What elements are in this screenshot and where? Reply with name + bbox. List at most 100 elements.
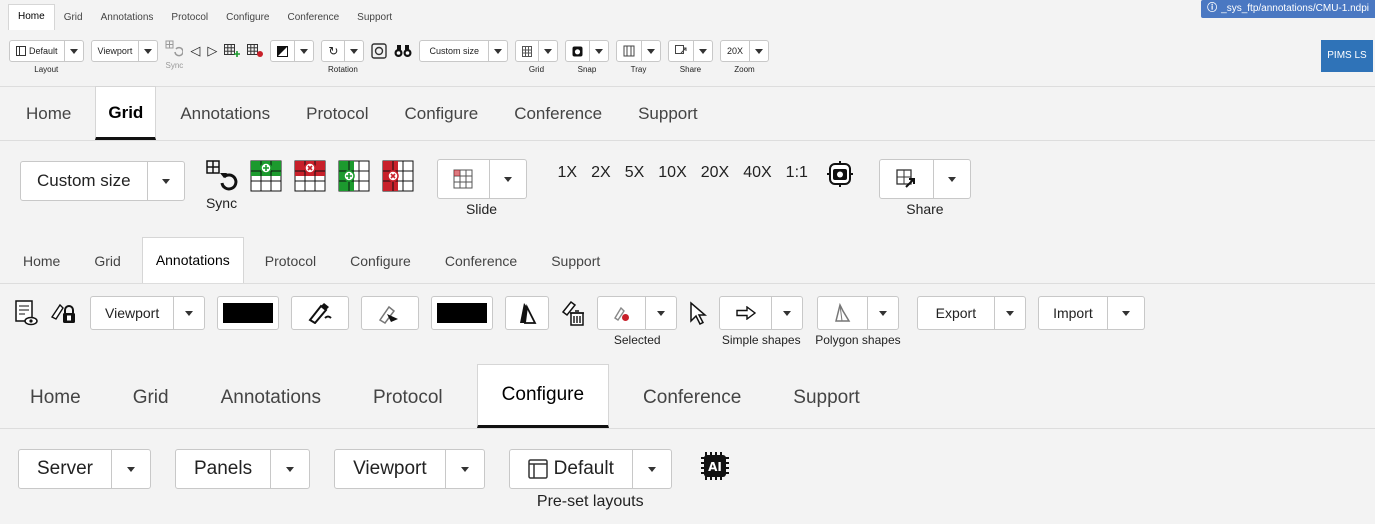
grid-add-row-icon[interactable] (249, 159, 283, 193)
fill-color-button[interactable] (431, 296, 494, 330)
rotation-dropdown[interactable]: ↻ (321, 40, 365, 62)
tab-home[interactable]: Home (12, 368, 99, 428)
grid-remove-column-icon[interactable] (381, 159, 415, 193)
tab-protocol[interactable]: Protocol (294, 88, 380, 140)
file-path-badge[interactable]: ⓘ _sys_ftp/annotations/CMU-1.ndpi (1201, 0, 1375, 18)
zoom-20x-button[interactable]: 20X (694, 159, 736, 187)
viewport-dropdown[interactable]: Viewport (90, 296, 206, 330)
tab-grid[interactable]: Grid (81, 239, 133, 283)
tab-configure[interactable]: Configure (217, 6, 278, 30)
snap-dropdown[interactable] (564, 40, 609, 62)
tab-home[interactable]: Home (8, 4, 55, 30)
ai-chip-icon[interactable]: AI (698, 449, 732, 489)
zoom-10x-button[interactable]: 10X (651, 159, 693, 187)
viewport-dropdown[interactable]: Viewport (90, 40, 159, 62)
custom-size-dropdown[interactable]: Custom size (20, 161, 185, 201)
annotation-list-icon[interactable] (14, 296, 38, 330)
share-dropdown[interactable] (667, 40, 713, 62)
zoom-2x-button[interactable]: 2X (584, 159, 618, 187)
tab-home[interactable]: Home (10, 239, 73, 283)
zoom-1to1-button[interactable]: 1:1 (779, 159, 815, 187)
pointer-icon[interactable] (689, 296, 708, 330)
chevron-down-icon (460, 466, 469, 472)
fill-shape-button[interactable] (505, 296, 550, 330)
grid-add-icon[interactable] (224, 40, 241, 62)
tab-grid[interactable]: Grid (95, 86, 157, 140)
selected-annotation-icon (613, 304, 631, 322)
sync-icon[interactable] (205, 159, 239, 193)
viewport-dropdown[interactable]: Viewport (334, 449, 485, 489)
tab-support[interactable]: Support (775, 368, 878, 428)
zoom-1x-button[interactable]: 1X (551, 159, 585, 187)
tab-bar: Home Grid Annotations Protocol Configure… (0, 86, 1375, 141)
layout-dropdown[interactable]: Default (9, 40, 84, 62)
previous-icon[interactable]: ◁ (190, 40, 200, 62)
tab-configure[interactable]: Configure (337, 239, 424, 283)
polygon-shapes-label: Polygon shapes (815, 333, 901, 347)
chevron-down-icon (161, 178, 170, 184)
tab-protocol[interactable]: Protocol (355, 368, 461, 428)
tab-bar: Home Grid Annotations Protocol Configure… (0, 237, 1375, 284)
tab-support[interactable]: Support (626, 88, 710, 140)
zoom-40x-button[interactable]: 40X (736, 159, 778, 187)
tab-grid[interactable]: Grid (115, 368, 187, 428)
tab-configure[interactable]: Configure (476, 364, 610, 428)
chevron-down-icon (594, 48, 603, 54)
simple-shapes-label: Simple shapes (721, 333, 801, 347)
chevron-down-icon (493, 48, 502, 54)
tab-conference[interactable]: Conference (278, 6, 348, 30)
grid-remove-icon[interactable] (247, 40, 264, 62)
server-dropdown[interactable]: Server (18, 449, 151, 489)
slide-grid-icon (453, 169, 473, 189)
tab-annotations[interactable]: Annotations (168, 88, 282, 140)
tab-conference[interactable]: Conference (502, 88, 614, 140)
draw-highlighter-button[interactable] (361, 296, 420, 330)
share-group: Share (878, 159, 971, 217)
import-dropdown[interactable]: Import (1038, 296, 1145, 330)
tab-protocol[interactable]: Protocol (162, 6, 217, 30)
slide-dropdown[interactable] (436, 159, 527, 199)
tab-conference[interactable]: Conference (432, 239, 530, 283)
draw-pen-button[interactable] (291, 296, 350, 330)
grid-add-column-icon[interactable] (337, 159, 371, 193)
tab-grid[interactable]: Grid (55, 6, 92, 30)
contrast-dropdown[interactable] (270, 40, 315, 62)
grid-dropdown[interactable] (514, 40, 558, 62)
next-icon[interactable]: ▷ (207, 40, 217, 62)
line-color-button[interactable] (217, 296, 280, 330)
binoculars-icon[interactable] (394, 40, 412, 62)
zoom-5x-button[interactable]: 5X (618, 159, 652, 187)
grid-remove-row-icon[interactable] (293, 159, 327, 193)
line-color-swatch (223, 303, 274, 323)
snapshot-icon[interactable] (371, 40, 388, 62)
tab-support[interactable]: Support (538, 239, 613, 283)
tab-conference[interactable]: Conference (625, 368, 759, 428)
configure-toolbar: Server Panels Viewport Default Pre-set l… (0, 429, 1375, 511)
share-dropdown[interactable] (878, 159, 971, 199)
tab-annotations[interactable]: Annotations (92, 6, 163, 30)
layout-icon (527, 459, 548, 479)
custom-size-dropdown[interactable]: Custom size (419, 40, 508, 62)
tab-support[interactable]: Support (348, 6, 401, 30)
tab-protocol[interactable]: Protocol (252, 239, 329, 283)
slide-label: Slide (465, 201, 498, 217)
camera-icon[interactable] (825, 159, 855, 189)
preset-layout-dropdown[interactable]: Default (508, 449, 672, 489)
tab-annotations[interactable]: Annotations (141, 237, 244, 283)
selected-dropdown[interactable] (597, 296, 678, 330)
annotation-lock-icon[interactable] (50, 296, 78, 330)
tab-home[interactable]: Home (14, 88, 83, 140)
chevron-down-icon (646, 48, 655, 54)
file-path: _sys_ftp/annotations/CMU-1.ndpi (1221, 3, 1369, 14)
export-dropdown[interactable]: Export (916, 296, 1027, 330)
tab-annotations[interactable]: Annotations (203, 368, 339, 428)
panels-dropdown[interactable]: Panels (174, 449, 311, 489)
simple-shapes-dropdown[interactable] (719, 296, 804, 330)
sync-icon[interactable] (165, 40, 184, 58)
zoom-dropdown[interactable]: 20X (719, 40, 769, 62)
tab-configure[interactable]: Configure (392, 88, 490, 140)
polygon-shapes-dropdown[interactable] (816, 296, 899, 330)
tray-dropdown[interactable] (615, 40, 661, 62)
delete-annotations-icon[interactable] (561, 296, 585, 330)
chevron-down-icon (503, 176, 512, 182)
